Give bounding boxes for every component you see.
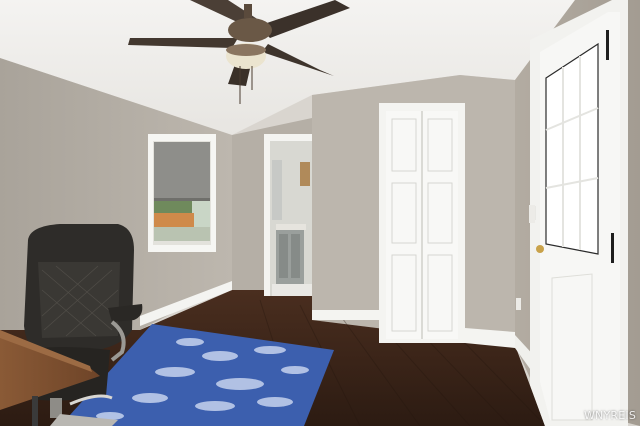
wall-outlet [516, 298, 521, 310]
window [148, 134, 216, 252]
door-window [545, 42, 599, 255]
bathroom-floor [272, 284, 312, 296]
door-knob [536, 245, 544, 253]
light-switch [529, 205, 535, 223]
bathroom-doorway [264, 134, 312, 296]
photo-scene: WNYREIS [0, 0, 640, 426]
baseboard-back [312, 310, 380, 320]
room-photo [0, 0, 640, 426]
bathroom-mirror [272, 160, 282, 220]
watermark: WNYREIS [583, 409, 636, 422]
window-shade [154, 142, 210, 200]
closet-door [379, 103, 465, 343]
entry-door [530, 0, 628, 426]
fan-motor [228, 18, 272, 42]
